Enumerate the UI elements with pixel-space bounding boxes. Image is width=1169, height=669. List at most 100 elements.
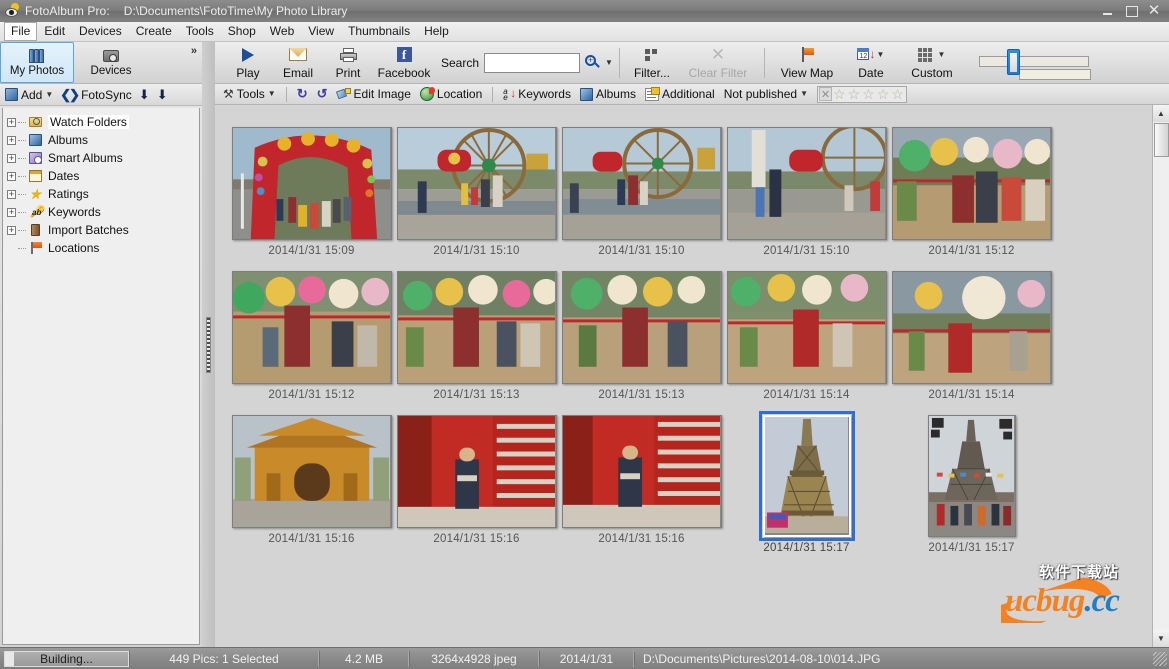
rating-selector[interactable]: ✕ ☆ ☆ ☆ ☆ ☆ bbox=[817, 85, 907, 103]
location-button[interactable]: Location bbox=[418, 86, 484, 102]
date-sort-button[interactable]: 12 ↓ ▼ Date bbox=[843, 43, 899, 83]
additional-button[interactable]: Additional bbox=[643, 86, 717, 102]
photo-cell-selected[interactable]: 2014/1/31 15:17 bbox=[724, 411, 889, 554]
photo-cell[interactable]: 2014/1/31 15:14 bbox=[724, 271, 889, 401]
tree-item-smart-albums[interactable]: + Smart Albums bbox=[7, 149, 199, 167]
splitter-grip[interactable] bbox=[206, 316, 211, 373]
edit-image-button[interactable]: Edit Image bbox=[335, 86, 413, 102]
scroll-down-button[interactable]: ▼ bbox=[1152, 630, 1169, 647]
expander-icon[interactable]: + bbox=[7, 153, 16, 163]
photo-thumbnail[interactable] bbox=[561, 127, 722, 240]
photo-thumbnail[interactable] bbox=[396, 271, 557, 384]
tree-item-ratings[interactable]: + ★ Ratings bbox=[7, 185, 199, 203]
tree-item-locations[interactable]: Locations bbox=[7, 239, 199, 257]
expander-icon[interactable]: + bbox=[7, 171, 16, 181]
rotate-left-button[interactable]: ↻ bbox=[295, 87, 310, 101]
photo-cell[interactable]: 2014/1/31 15:16 bbox=[559, 415, 724, 554]
menu-file[interactable]: File bbox=[4, 22, 38, 41]
search-input[interactable] bbox=[484, 52, 581, 73]
tab-my-photos[interactable]: My Photos bbox=[0, 42, 74, 83]
facebook-button[interactable]: f Facebook bbox=[373, 43, 435, 83]
photo-cell[interactable]: 2014/1/31 15:09 bbox=[229, 127, 394, 257]
slider-track-secondary[interactable] bbox=[1018, 68, 1091, 80]
photo-cell[interactable]: 2014/1/31 15:12 bbox=[889, 127, 1054, 257]
photo-cell[interactable]: 2014/1/31 15:16 bbox=[229, 415, 394, 554]
photo-thumbnail[interactable] bbox=[726, 271, 887, 384]
menu-view[interactable]: View bbox=[301, 22, 341, 41]
expander-icon[interactable]: + bbox=[7, 117, 16, 127]
albums-button[interactable]: Albums bbox=[578, 86, 638, 102]
photo-thumbnail[interactable] bbox=[231, 271, 392, 384]
rating-star-2[interactable]: ☆ bbox=[847, 86, 862, 102]
menu-tools[interactable]: Tools bbox=[179, 22, 221, 41]
slider-track[interactable] bbox=[978, 55, 1089, 67]
photo-thumbnail[interactable] bbox=[561, 415, 722, 528]
rating-star-1[interactable]: ☆ bbox=[832, 86, 847, 102]
rotate-right-button[interactable]: ↺ bbox=[315, 87, 330, 101]
panel-splitter[interactable] bbox=[202, 42, 215, 647]
search-options-chevron-icon[interactable]: ▼ bbox=[605, 57, 613, 69]
vertical-scrollbar[interactable]: ▲ ▼ bbox=[1152, 105, 1169, 647]
rating-star-5[interactable]: ☆ bbox=[890, 86, 905, 102]
photo-cell[interactable]: 2014/1/31 15:13 bbox=[394, 271, 559, 401]
clear-rating-icon[interactable]: ✕ bbox=[819, 87, 832, 101]
view-map-button[interactable]: View Map bbox=[771, 43, 843, 83]
tree-item-keywords[interactable]: + 🔑 ab Keywords bbox=[7, 203, 199, 221]
photo-cell[interactable]: 2014/1/31 15:17 bbox=[889, 415, 1054, 554]
rating-star-4[interactable]: ☆ bbox=[876, 86, 891, 102]
photo-cell[interactable]: 2014/1/31 15:13 bbox=[559, 271, 724, 401]
photo-thumbnail[interactable] bbox=[927, 415, 1016, 537]
photo-cell[interactable]: 2014/1/31 15:16 bbox=[394, 415, 559, 554]
menu-devices[interactable]: Devices bbox=[72, 22, 129, 41]
scroll-up-button[interactable]: ▲ bbox=[1152, 105, 1169, 122]
photo-thumbnail[interactable] bbox=[396, 415, 557, 528]
photo-thumbnail[interactable] bbox=[396, 127, 557, 240]
publish-status-dropdown[interactable]: Not published ▼ bbox=[722, 86, 810, 102]
photo-grid[interactable]: 2014/1/31 15:09 2014/1/31 15:10 2014/1/3… bbox=[215, 105, 1152, 647]
chevron-overflow-icon[interactable]: » bbox=[191, 45, 197, 57]
menu-shop[interactable]: Shop bbox=[221, 22, 263, 41]
photo-thumbnail[interactable] bbox=[891, 271, 1052, 384]
clear-filter-button[interactable]: ✕ Clear Filter bbox=[678, 43, 758, 83]
scrollbar-thumb[interactable] bbox=[1153, 123, 1169, 157]
photo-cell[interactable]: 2014/1/31 15:10 bbox=[559, 127, 724, 257]
minimize-button[interactable] bbox=[1101, 4, 1115, 18]
expander-icon[interactable]: + bbox=[7, 207, 16, 217]
keywords-button[interactable]: a e ↓ Keywords bbox=[501, 86, 573, 103]
email-button[interactable]: Email bbox=[273, 43, 323, 83]
magnifier-plus-icon[interactable]: + bbox=[585, 55, 600, 70]
add-button[interactable]: Add ▼ bbox=[5, 88, 53, 102]
photo-thumbnail[interactable] bbox=[758, 411, 855, 541]
tree-item-watch-folders[interactable]: + Watch Folders bbox=[7, 113, 199, 131]
close-button[interactable]: ✕ bbox=[1147, 3, 1161, 18]
move-down-button[interactable]: ⬇ bbox=[157, 88, 168, 101]
fotosync-button[interactable]: ❮❯ FotoSync bbox=[60, 88, 132, 102]
play-button[interactable]: Play bbox=[223, 43, 273, 83]
expander-icon[interactable]: + bbox=[7, 135, 16, 145]
menu-create[interactable]: Create bbox=[129, 22, 179, 41]
library-tree[interactable]: + Watch Folders + Albums + Smart Albums bbox=[2, 108, 200, 645]
tab-devices[interactable]: Devices bbox=[74, 42, 148, 83]
photo-cell[interactable]: 2014/1/31 15:12 bbox=[229, 271, 394, 401]
tree-item-import-batches[interactable]: + Import Batches bbox=[7, 221, 199, 239]
photo-thumbnail[interactable] bbox=[231, 415, 392, 528]
menu-edit[interactable]: Edit bbox=[37, 22, 72, 41]
menu-web[interactable]: Web bbox=[263, 22, 301, 41]
custom-view-button[interactable]: ▼ Custom bbox=[899, 43, 965, 83]
photo-cell[interactable]: 2014/1/31 15:10 bbox=[724, 127, 889, 257]
tree-item-albums[interactable]: + Albums bbox=[7, 131, 199, 149]
thumbnail-size-slider[interactable] bbox=[978, 45, 1091, 81]
slider-thumb[interactable] bbox=[1006, 48, 1020, 75]
photo-thumbnail[interactable] bbox=[561, 271, 722, 384]
move-up-button[interactable]: ⬇ bbox=[139, 88, 150, 101]
photo-thumbnail[interactable] bbox=[231, 127, 392, 240]
menu-help[interactable]: Help bbox=[417, 22, 456, 41]
print-button[interactable]: Print bbox=[323, 43, 373, 83]
tools-button[interactable]: ⚒ Tools ▼ bbox=[221, 86, 278, 102]
photo-thumbnail[interactable] bbox=[726, 127, 887, 240]
filter-button[interactable]: Filter... bbox=[626, 43, 678, 83]
maximize-button[interactable] bbox=[1124, 4, 1138, 18]
photo-cell[interactable]: 2014/1/31 15:10 bbox=[394, 127, 559, 257]
tree-item-dates[interactable]: + Dates bbox=[7, 167, 199, 185]
photo-thumbnail[interactable] bbox=[891, 127, 1052, 240]
